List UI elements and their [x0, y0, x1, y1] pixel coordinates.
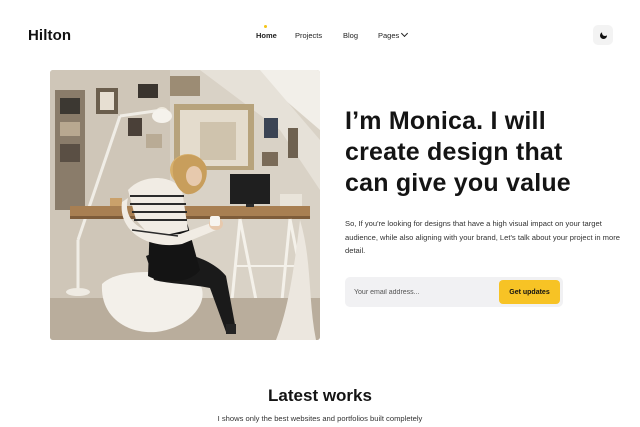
- nav-pages-label: Pages: [378, 31, 400, 40]
- get-updates-button[interactable]: Get updates: [499, 280, 560, 304]
- nav-home[interactable]: Home: [256, 25, 277, 40]
- moon-icon: [599, 30, 608, 39]
- chevron-down-icon: [401, 29, 409, 38]
- nav-home-label: Home: [256, 31, 277, 40]
- site-logo[interactable]: Hilton: [28, 27, 71, 44]
- latest-works-subtitle: I shows only the best websites and portf…: [217, 414, 423, 423]
- nav-blog-label: Blog: [343, 31, 359, 40]
- hero-description: So, If you're looking for designs that h…: [345, 219, 620, 255]
- nav-pages[interactable]: Pages: [378, 29, 409, 40]
- active-indicator-dot: [264, 25, 267, 28]
- nav-projects[interactable]: Projects: [295, 31, 322, 40]
- nav-projects-label: Projects: [295, 31, 323, 40]
- email-input[interactable]: [354, 286, 494, 298]
- hero-title: I’m Monica. I will create design that ca…: [345, 107, 571, 197]
- subscribe-form: Get updates: [345, 277, 563, 307]
- site-header: Hilton Home Projects Blog Pages: [0, 0, 640, 70]
- theme-toggle-button[interactable]: [593, 25, 613, 45]
- latest-works-title: Latest works: [268, 386, 372, 405]
- hero-photo: [50, 70, 320, 340]
- nav-blog[interactable]: Blog: [343, 31, 358, 40]
